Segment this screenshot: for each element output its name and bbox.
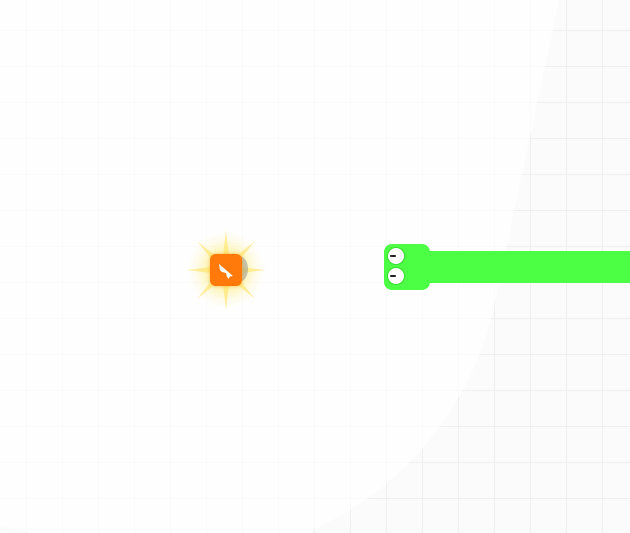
snake-pupil-top: [390, 255, 396, 257]
powerup-box: [210, 254, 242, 286]
rocket-powerup: [182, 226, 270, 314]
game-board[interactable]: [0, 0, 630, 533]
snake-eye-bottom: [388, 268, 404, 284]
snake: [384, 244, 630, 290]
snake-head: [384, 244, 430, 290]
snake-eye-top: [388, 248, 404, 264]
snake-pupil-bottom: [390, 275, 396, 277]
rocket-icon: [219, 264, 233, 279]
snake-body: [402, 251, 630, 283]
